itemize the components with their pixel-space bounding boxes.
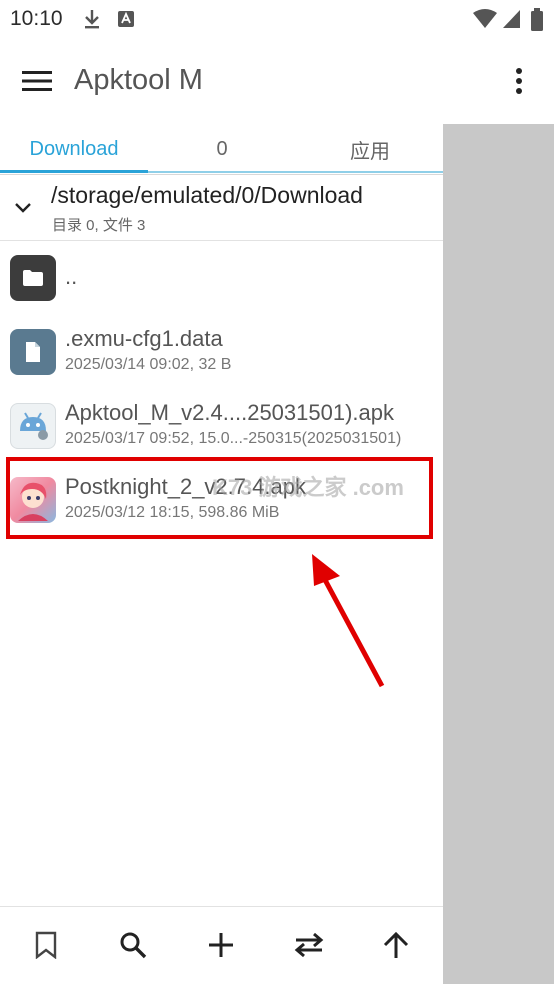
- more-vert-icon: [516, 68, 522, 94]
- overflow-menu-button[interactable]: [500, 62, 538, 100]
- search-button[interactable]: [113, 925, 153, 965]
- file-meta: 2025/03/17 09:52, 15.0...-250315(2025031…: [65, 430, 402, 447]
- bookmark-icon: [35, 931, 57, 959]
- tab-download[interactable]: Download: [0, 124, 148, 174]
- app-title: Apktool M: [74, 64, 203, 96]
- tab-apps[interactable]: 应用: [296, 124, 444, 174]
- chevron-down-icon[interactable]: [10, 194, 36, 220]
- tab-zero[interactable]: 0: [148, 124, 296, 174]
- list-item-file[interactable]: .exmu-cfg1.data 2025/03/14 09:02, 32 B: [0, 322, 443, 396]
- path-summary: 目录 0, 文件 3: [52, 217, 146, 234]
- tab-underline: [148, 171, 443, 173]
- status-bar: 10:10: [0, 0, 554, 38]
- file-name: ..: [65, 264, 78, 289]
- annotation-arrow-icon: [312, 554, 385, 688]
- add-icon: [209, 933, 233, 957]
- bookmark-button[interactable]: [26, 925, 66, 965]
- drawer-scrim[interactable]: [443, 124, 554, 984]
- file-name: Apktool_M_v2.4....25031501).apk: [65, 400, 395, 425]
- add-button[interactable]: [201, 925, 241, 965]
- wifi-icon: [472, 8, 498, 35]
- path-header[interactable]: /storage/emulated/0/Download 目录 0, 文件 3: [0, 174, 443, 241]
- watermark: K73 游戏之家 .com: [212, 475, 404, 500]
- file-meta: 2025/03/14 09:02, 32 B: [65, 356, 232, 373]
- menu-button[interactable]: [18, 62, 56, 100]
- app-bar: Apktool M: [0, 38, 554, 124]
- arrow-up-icon: [383, 931, 409, 958]
- app-notification-icon: [116, 8, 136, 35]
- swap-button[interactable]: [289, 925, 329, 965]
- android-apk-icon: [10, 403, 56, 449]
- status-time: 10:10: [10, 7, 63, 30]
- hamburger-menu-icon: [22, 71, 52, 91]
- signal-icon: [502, 8, 522, 35]
- download-notification-icon: [82, 8, 102, 35]
- search-icon: [120, 932, 147, 959]
- tab-bar: Download 0 应用: [0, 124, 443, 175]
- battery-icon: [530, 8, 544, 37]
- folder-icon: [10, 255, 56, 301]
- file-name: .exmu-cfg1.data: [65, 326, 223, 351]
- document-icon: [10, 329, 56, 375]
- current-path: /storage/emulated/0/Download: [51, 182, 363, 208]
- bottom-toolbar: [0, 906, 443, 985]
- navigate-up-button[interactable]: [376, 925, 416, 965]
- list-item-parent-folder[interactable]: ..: [0, 248, 443, 322]
- swap-icon: [294, 932, 324, 958]
- active-tab-indicator: [0, 170, 148, 173]
